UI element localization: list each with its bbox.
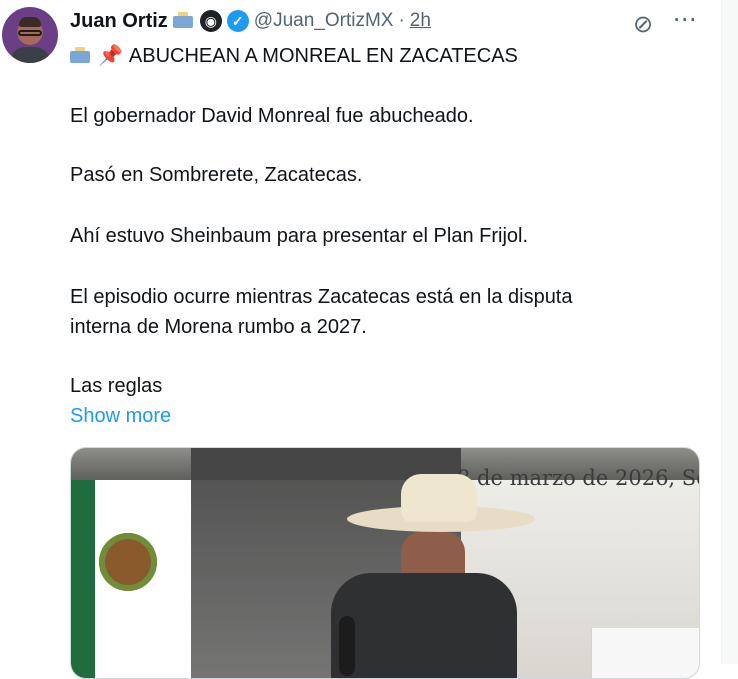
user-handle[interactable]: @Juan_OrtizMX xyxy=(254,10,394,32)
mailbox-box xyxy=(172,16,193,28)
mailbox-icon-title xyxy=(70,47,92,65)
media-date-text: 8 de marzo de 2026, So xyxy=(457,466,700,490)
speaker-vest xyxy=(331,573,517,678)
flag-green xyxy=(71,480,95,678)
avatar-shirt xyxy=(10,47,50,63)
mailbox-box-title xyxy=(70,51,90,63)
tweet-title: ABUCHEAN A MONREAL EN ZACATECAS xyxy=(128,45,518,67)
grok-icon[interactable]: ⊘ xyxy=(628,9,658,39)
tweet-line-3: Ahí estuvo Sheinbaum para presentar el P… xyxy=(70,225,529,247)
separator-dot: · xyxy=(398,10,405,31)
scrollbar-strip[interactable] xyxy=(722,0,738,664)
hat-crown xyxy=(401,474,477,522)
media-side-screen xyxy=(591,628,699,678)
mailbox-icon xyxy=(172,12,195,30)
verified-icon[interactable]: ✓ xyxy=(226,10,249,32)
display-name[interactable]: Juan Ortiz xyxy=(70,10,168,33)
pushpin-icon: 📌 xyxy=(98,45,123,67)
tweet-line-2: Pasó en Sombrerete, Zacatecas. xyxy=(70,164,363,186)
microphone-icon xyxy=(339,616,355,676)
post-time[interactable]: 2h xyxy=(410,10,431,32)
tweet-line-1: El gobernador David Monreal fue abuchead… xyxy=(70,105,474,127)
avatar-hair xyxy=(19,17,41,27)
tweet-media[interactable]: 8 de marzo de 2026, So xyxy=(70,447,700,679)
tweet-line-4: El episodio ocurre mientras Zacatecas es… xyxy=(70,286,573,308)
avatar-glasses xyxy=(18,30,42,36)
eye-icon: ◉ xyxy=(199,10,222,32)
tweet-line-5: interna de Morena rumbo a 2027. xyxy=(70,316,367,338)
tweet-line-6: Las reglas xyxy=(70,375,163,397)
flag-emblem-icon xyxy=(99,533,157,591)
tweet-header: Juan Ortiz ◉ ✓ @Juan_OrtizMX · 2h xyxy=(70,8,431,34)
tweet-title-row: 📌 ABUCHEAN A MONREAL EN ZACATECAS xyxy=(70,42,518,70)
avatar[interactable] xyxy=(2,7,58,63)
more-icon[interactable]: ⋯ xyxy=(668,7,702,37)
show-more-link[interactable]: Show more xyxy=(70,402,171,430)
